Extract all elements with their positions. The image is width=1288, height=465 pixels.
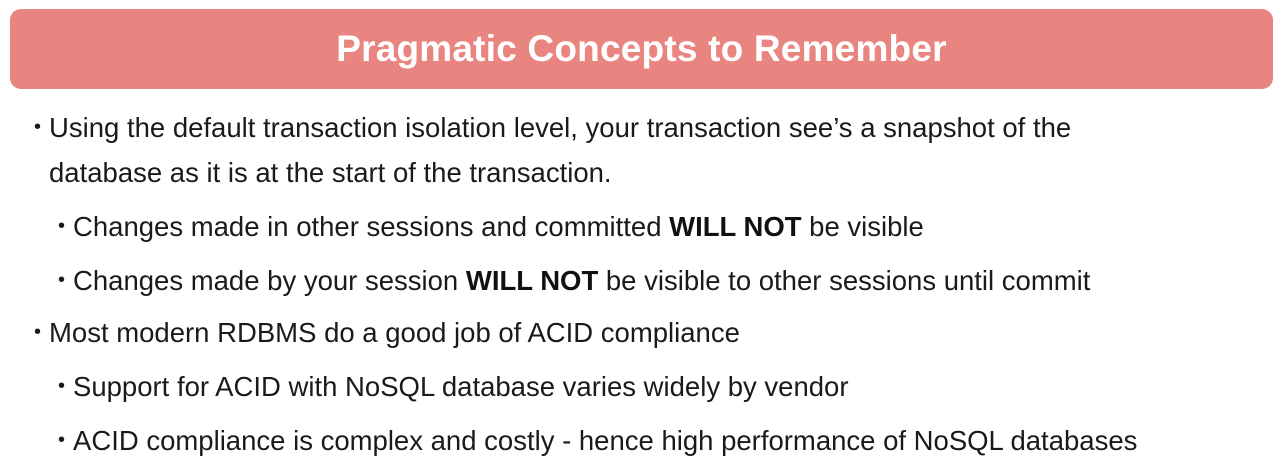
bullet-dot-icon: • (34, 116, 42, 138)
bullet-text-before: Changes made by your session (73, 265, 466, 296)
bullet-text: Most modern RDBMS do a good job of ACID … (49, 317, 740, 348)
bullet-emphasis: WILL NOT (465, 265, 599, 296)
bullet-text: Using the default transaction isolation … (49, 112, 1072, 143)
bullet-text: database as it is at the start of the tr… (49, 157, 612, 188)
bullet-item-isolation-continuation: database as it is at the start of the tr… (49, 151, 612, 195)
sub-bullet-acid-complexity: • ACID compliance is complex and costly … (58, 419, 1138, 463)
bullet-item-isolation: • Using the default transaction isolatio… (34, 106, 1072, 150)
sub-bullet-your-session: • Changes made by your session WILL NOT … (58, 259, 1091, 303)
bullet-item-rdbms: • Most modern RDBMS do a good job of ACI… (34, 311, 740, 355)
bullet-dot-icon: • (58, 375, 66, 397)
bullet-text: Support for ACID with NoSQL database var… (73, 371, 849, 402)
bullet-list: • Using the default transaction isolatio… (0, 0, 1288, 465)
sub-bullet-other-sessions: • Changes made in other sessions and com… (58, 205, 924, 249)
bullet-dot-icon: • (58, 429, 66, 451)
sub-bullet-nosql-support: • Support for ACID with NoSQL database v… (58, 365, 849, 409)
bullet-text-after: be visible to other sessions until commi… (598, 265, 1091, 296)
bullet-text-after: be visible (801, 211, 924, 242)
bullet-text: ACID compliance is complex and costly - … (73, 425, 1138, 456)
bullet-dot-icon: • (34, 321, 42, 343)
bullet-emphasis: WILL NOT (669, 211, 802, 242)
bullet-dot-icon: • (58, 215, 66, 237)
bullet-dot-icon: • (58, 269, 66, 291)
bullet-text-before: Changes made in other sessions and commi… (73, 211, 670, 242)
